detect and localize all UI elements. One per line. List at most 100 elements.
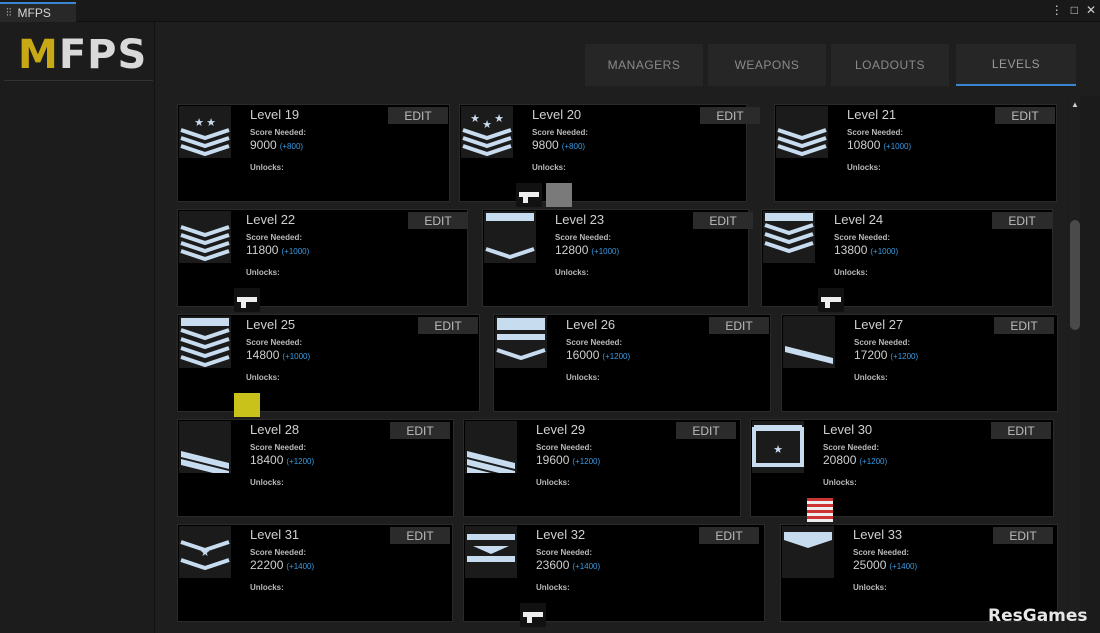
edit-button[interactable]: EDIT xyxy=(700,107,760,124)
level-card: ★ Level 31 Score Needed: 22200 (+1400) Un… xyxy=(177,524,453,622)
level-name: Level 29 xyxy=(536,422,586,437)
rank-badge-icon xyxy=(465,421,517,485)
edit-button[interactable]: EDIT xyxy=(991,422,1051,439)
score-value: 17200 (+1200) xyxy=(854,348,919,362)
levels-list: ★ ★ Level 19 Score Needed: 9000 (+800) Unl… xyxy=(155,96,1067,633)
edit-button[interactable]: EDIT xyxy=(390,527,450,544)
score-needed-label: Score Needed: xyxy=(246,338,303,347)
rank-badge-icon xyxy=(776,106,828,158)
unlocks-label: Unlocks: xyxy=(823,478,857,487)
unlocks-label: Unlocks: xyxy=(566,373,600,382)
scroll-up-arrow-icon[interactable]: ▲ xyxy=(1071,100,1079,109)
rank-badge-icon xyxy=(484,211,536,263)
unlocks-label: Unlocks: xyxy=(250,163,284,172)
edit-button[interactable]: EDIT xyxy=(992,212,1052,229)
svg-text:★: ★ xyxy=(206,117,216,129)
score-increment: (+1200) xyxy=(859,457,888,466)
level-name: Level 27 xyxy=(854,317,904,332)
unlocks-label: Unlocks: xyxy=(532,163,566,172)
score-increment: (+1000) xyxy=(281,247,310,256)
level-card: Level 32 Score Needed: 23600 (+1400) Unlo… xyxy=(463,524,765,627)
unlocks-label: Unlocks: xyxy=(854,373,888,382)
rank-badge-icon xyxy=(763,211,815,263)
tab-weapons[interactable]: WEAPONS xyxy=(708,44,826,86)
unlocks-label: Unlocks: xyxy=(250,478,284,487)
level-name: Level 24 xyxy=(834,212,884,227)
score-increment: (+1200) xyxy=(286,457,315,466)
score-value: 13800 (+1000) xyxy=(834,243,899,257)
edit-button[interactable]: EDIT xyxy=(418,317,478,334)
score-increment: (+1000) xyxy=(870,247,899,256)
score-value: 19600 (+1200) xyxy=(536,453,601,467)
edit-button[interactable]: EDIT xyxy=(995,107,1055,124)
score-value: 10800 (+1000) xyxy=(847,138,912,152)
level-card: ★ ★ ★ Level 20 Score Needed: 9800 (+800) Un… xyxy=(459,104,760,207)
camo-icon[interactable] xyxy=(546,183,572,207)
title-bar: ⫶⫶ MFPS ⋮ □ ✕ xyxy=(0,0,1100,22)
unlocks-label: Unlocks: xyxy=(246,268,280,277)
svg-text:★: ★ xyxy=(773,444,783,456)
tab-levels[interactable]: LEVELS xyxy=(956,44,1076,86)
edit-button[interactable]: EDIT xyxy=(676,422,736,439)
score-needed-label: Score Needed: xyxy=(250,548,307,557)
rank-badge-icon xyxy=(465,526,517,578)
edit-button[interactable]: EDIT xyxy=(709,317,769,334)
edit-button[interactable]: EDIT xyxy=(390,422,450,439)
score-value: 9000 (+800) xyxy=(250,138,304,152)
close-icon[interactable]: ✕ xyxy=(1086,3,1096,17)
scrollbar[interactable] xyxy=(1068,96,1080,633)
weapon-icon[interactable] xyxy=(520,603,546,627)
score-needed-label: Score Needed: xyxy=(246,233,303,242)
level-card: Level 25 Score Needed: 14800 (+1000) Unlo… xyxy=(177,314,480,417)
edit-button[interactable]: EDIT xyxy=(408,212,468,229)
unlocks-label: Unlocks: xyxy=(853,583,887,592)
watermark: ResGames xyxy=(988,606,1088,626)
unlocks-label: Unlocks: xyxy=(834,268,868,277)
maximize-icon[interactable]: □ xyxy=(1071,3,1078,17)
score-increment: (+1000) xyxy=(883,142,912,151)
edit-button[interactable]: EDIT xyxy=(693,212,753,229)
more-options-icon[interactable]: ⋮ xyxy=(1051,3,1063,17)
level-name: Level 32 xyxy=(536,527,586,542)
weapon-icon[interactable] xyxy=(516,183,542,207)
window-tab[interactable]: ⫶⫶ MFPS xyxy=(0,2,76,22)
window-controls: ⋮ □ ✕ xyxy=(1051,3,1096,17)
level-card: ★ Level 30 Score Needed: 20800 (+1200) Un… xyxy=(750,419,1054,522)
svg-text:★: ★ xyxy=(200,547,210,559)
edit-button[interactable]: EDIT xyxy=(699,527,759,544)
unlocks-label: Unlocks: xyxy=(250,583,284,592)
score-needed-label: Score Needed: xyxy=(847,128,904,137)
tab-managers[interactable]: MANAGERS xyxy=(585,44,703,86)
edit-button[interactable]: EDIT xyxy=(994,317,1054,334)
svg-text:★: ★ xyxy=(470,113,480,125)
pistol-icon[interactable] xyxy=(818,288,844,312)
edit-button[interactable]: EDIT xyxy=(993,527,1053,544)
score-increment: (+1200) xyxy=(572,457,601,466)
rank-badge-icon: ★ xyxy=(179,526,231,578)
camo-icon[interactable] xyxy=(234,393,260,417)
level-name: Level 22 xyxy=(246,212,296,227)
score-increment: (+1200) xyxy=(890,352,919,361)
level-card: Level 21 Score Needed: 10800 (+1000) Unlo… xyxy=(774,104,1057,202)
score-needed-label: Score Needed: xyxy=(250,128,307,137)
scrollbar-thumb[interactable] xyxy=(1070,220,1080,330)
level-card: Level 23 Score Needed: 12800 (+1000) Unlo… xyxy=(482,209,753,307)
score-value: 25000 (+1400) xyxy=(853,558,918,572)
weapon-icon[interactable] xyxy=(234,288,260,312)
level-name: Level 31 xyxy=(250,527,300,542)
level-name: Level 19 xyxy=(250,107,300,122)
score-value: 9800 (+800) xyxy=(532,138,586,152)
unlocks-label: Unlocks: xyxy=(536,583,570,592)
level-card: ★ ★ Level 19 Score Needed: 9000 (+800) Unl… xyxy=(177,104,450,202)
level-name: Level 28 xyxy=(250,422,300,437)
rank-badge-icon: ★ ★ ★ xyxy=(461,106,513,158)
level-name: Level 30 xyxy=(823,422,873,437)
tab-loadouts[interactable]: LOADOUTS xyxy=(831,44,949,86)
rank-badge-icon xyxy=(179,316,231,368)
flag-icon[interactable] xyxy=(807,498,833,522)
rank-badge-icon: ★ xyxy=(752,421,804,473)
rank-badge-icon: ★ ★ xyxy=(179,106,231,158)
edit-button[interactable]: EDIT xyxy=(388,107,448,124)
score-needed-label: Score Needed: xyxy=(532,128,589,137)
svg-text:★: ★ xyxy=(482,119,492,131)
